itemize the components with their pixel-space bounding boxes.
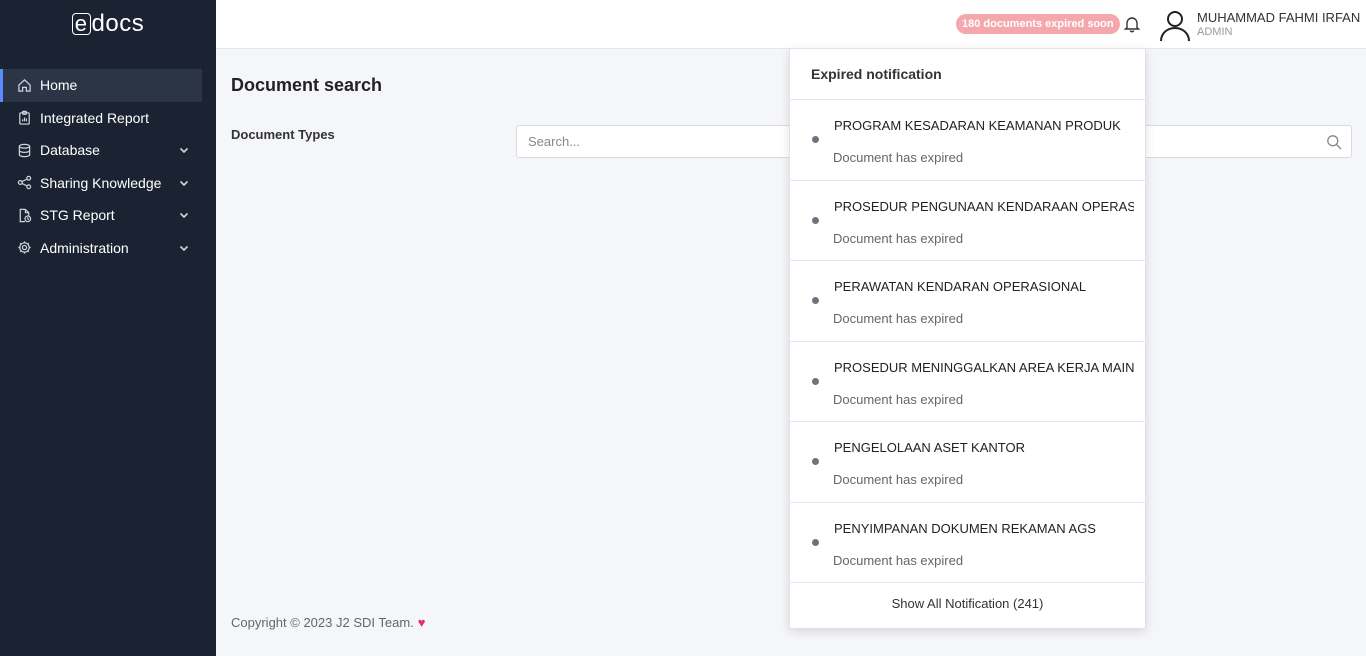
sidebar: e docs Home Integrated Report Database S…: [0, 0, 216, 656]
page-title: Document search: [231, 75, 383, 95]
notification-item[interactable]: PROGRAM KESADARAN KEAMANAN PRODUK Docume…: [790, 100, 1145, 181]
unread-dot: [812, 136, 819, 143]
copyright-text: Copyright © 2023 J2 SDI Team.: [231, 615, 414, 630]
sidebar-item-integrated-report[interactable]: Integrated Report: [0, 102, 216, 135]
unread-dot: [812, 297, 819, 304]
notification-status: Document has expired: [833, 472, 964, 487]
sidebar-item-label: Home: [40, 77, 78, 94]
unread-dot: [812, 216, 819, 224]
sidebar-item-label: Integrated Report: [40, 109, 149, 126]
notification-title: PENGELOLAAN ASET KANTOR: [834, 440, 1025, 455]
notification-status: Document has expired: [833, 311, 964, 326]
top-header: 180 documents expired soon MUHAMMAD FAHM…: [216, 0, 1366, 49]
app-logo[interactable]: e docs: [0, 10, 216, 38]
chevron-down-icon: [179, 212, 189, 219]
sidebar-item-label: STG Report: [40, 207, 115, 224]
notification-status: Document has expired: [833, 150, 964, 165]
chevron-down-icon: [179, 180, 189, 186]
show-all-notifications-link[interactable]: Show All Notification (241): [790, 580, 1145, 628]
dropdown-title: Expired notification: [790, 49, 1145, 100]
unread-dot: [812, 377, 819, 385]
notification-status: Document has expired: [833, 391, 964, 407]
chevron-down-icon: [179, 245, 189, 251]
notification-title: PENYIMPANAN DOKUMEN REKAMAN AGS: [834, 520, 1096, 536]
sidebar-item-home[interactable]: Home: [0, 69, 202, 102]
unread-dot: [812, 538, 819, 546]
user-name[interactable]: MUHAMMAD FAHMI IRFAN: [1197, 10, 1360, 25]
notification-dropdown: Expired notification PROGRAM KESADARAN K…: [789, 48, 1146, 629]
logo-text: docs: [91, 10, 145, 37]
share-icon: [16, 175, 32, 191]
notification-item[interactable]: PENYIMPANAN DOKUMEN REKAMAN AGS Document…: [790, 503, 1145, 583]
notification-item[interactable]: PERAWATAN KENDARAN OPERASIONAL Document …: [790, 261, 1145, 342]
sidebar-item-database[interactable]: Database: [0, 134, 216, 167]
document-types-label: Document Types: [231, 127, 335, 142]
search-icon[interactable]: [1326, 134, 1342, 150]
sidebar-menu: Home Integrated Report Database Sharing …: [0, 69, 216, 264]
footer: Copyright © 2023 J2 SDI Team. ♥: [231, 615, 425, 630]
sidebar-item-label: Administration: [40, 239, 129, 256]
notification-title: PROSEDUR PENGUNAAN KENDARAAN OPERASIONAL: [834, 198, 1134, 214]
notification-title: PROGRAM KESADARAN KEAMANAN PRODUK: [834, 118, 1121, 133]
notification-item[interactable]: PROSEDUR PENGUNAAN KENDARAAN OPERASIONAL…: [790, 181, 1145, 261]
sidebar-item-label: Sharing Knowledge: [40, 174, 162, 191]
unread-dot: [812, 458, 819, 465]
sidebar-item-administration[interactable]: Administration: [0, 232, 216, 265]
bell-icon[interactable]: [1122, 14, 1142, 34]
sidebar-item-stg-report[interactable]: STG Report: [0, 199, 216, 232]
notification-status: Document has expired: [833, 552, 964, 568]
chevron-down-icon: [179, 147, 189, 154]
home-icon: [16, 77, 32, 93]
sidebar-item-label: Database: [40, 142, 100, 159]
expiry-badge[interactable]: 180 documents expired soon: [956, 14, 1120, 34]
file-clock-icon: [16, 207, 32, 223]
notification-status: Document has expired: [833, 230, 964, 246]
logo-e-mark: e: [71, 13, 91, 35]
notification-title: PROSEDUR MENINGGALKAN AREA KERJA MAIN OF…: [834, 359, 1134, 375]
notification-item[interactable]: PROSEDUR MENINGGALKAN AREA KERJA MAIN OF…: [790, 342, 1145, 422]
clipboard-icon: [16, 110, 32, 126]
gear-icon: [16, 240, 32, 256]
heart-icon: ♥: [417, 615, 426, 630]
user-role: ADMIN: [1197, 26, 1233, 38]
sidebar-item-sharing-knowledge[interactable]: Sharing Knowledge: [0, 167, 216, 200]
notification-item[interactable]: PENGELOLAAN ASET KANTOR Document has exp…: [790, 422, 1145, 503]
notification-title: PERAWATAN KENDARAN OPERASIONAL: [834, 279, 1087, 294]
avatar[interactable]: [1158, 8, 1192, 42]
database-icon: [16, 142, 32, 158]
